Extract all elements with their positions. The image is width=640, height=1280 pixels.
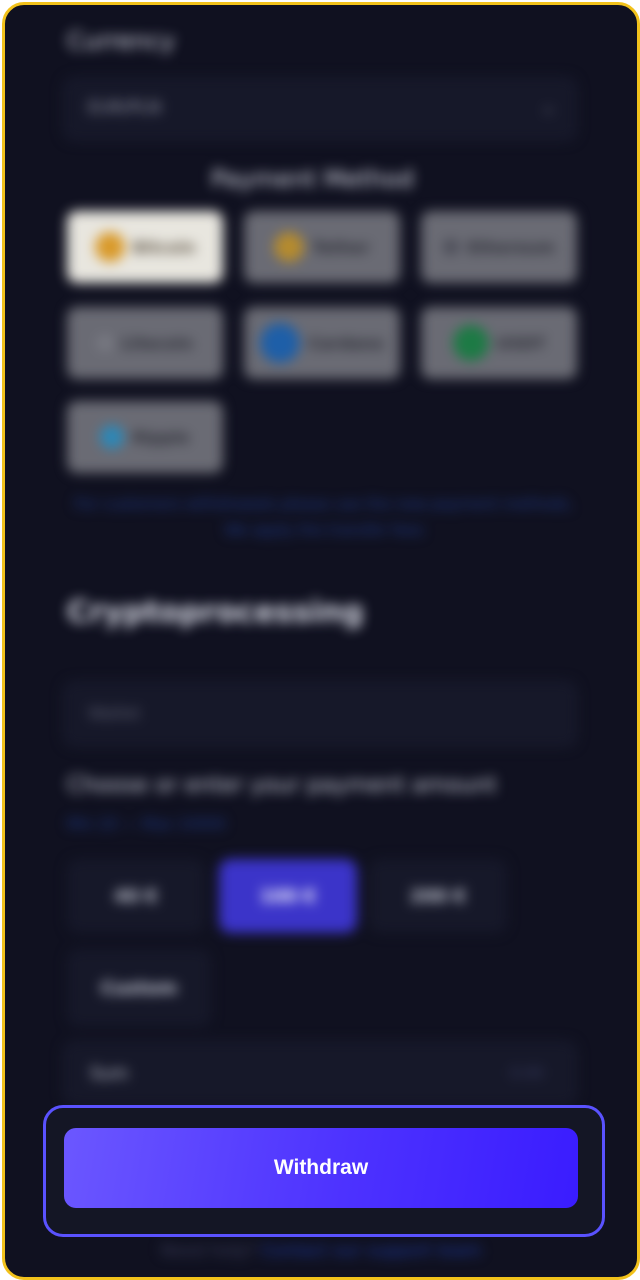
sum-label: Sum (90, 1064, 129, 1084)
wallet-input[interactable]: Wallet (63, 681, 577, 747)
custom-label: Custom (100, 977, 178, 999)
wallet-placeholder: Wallet (88, 704, 141, 724)
method-label: Cardano (308, 333, 384, 353)
method-label: Tether (312, 237, 370, 257)
method-label: USDT (496, 333, 546, 353)
currency-label: Currency (67, 27, 176, 55)
amount-option-label: 100 € (259, 885, 317, 907)
amount-option-label: 200 € (409, 885, 467, 907)
litecoin-icon (97, 335, 114, 351)
footer-help: Need help? Contact our support team (5, 1241, 637, 1261)
payment-method-title: Payment Method (211, 165, 414, 193)
ripple-icon (100, 425, 125, 449)
method-label: Ripple (132, 427, 190, 447)
method-cardano[interactable]: Cardano (244, 307, 400, 379)
method-litecoin[interactable]: Litecoin (67, 307, 223, 379)
method-bitcoin[interactable]: Bitcoin (67, 211, 223, 283)
currency-value: EUR/PLN (88, 98, 162, 118)
amount-option-40[interactable]: 40 € (67, 859, 205, 933)
method-ethereum[interactable]: Ethereum (421, 211, 577, 283)
amount-option-100[interactable]: 100 € (219, 859, 357, 933)
ethereum-icon (443, 239, 460, 255)
cryptoprocessing-title: Cryptoprocessing (67, 595, 364, 630)
withdraw-panel: Withdraw (43, 1105, 605, 1237)
bitcoin-icon (94, 232, 125, 262)
payment-notice: For customers withdrawals please use the… (74, 495, 574, 539)
withdraw-button[interactable]: Withdraw (64, 1128, 578, 1208)
tether-icon (274, 232, 305, 262)
footer-link[interactable]: Contact our support team (262, 1241, 482, 1261)
method-label: Litecoin (121, 333, 193, 353)
custom-amount-button[interactable]: Custom (67, 949, 211, 1027)
footer-text: Need help? (160, 1241, 257, 1261)
amount-option-200[interactable]: 200 € (369, 859, 507, 933)
method-ripple[interactable]: Ripple (67, 401, 223, 473)
cardano-icon (260, 323, 301, 363)
sum-value: 0.00 (510, 1064, 544, 1082)
amount-option-label: 40 € (114, 885, 158, 907)
currency-select[interactable]: EUR/PLN ⌄ (63, 77, 577, 141)
usdt-icon (452, 325, 489, 361)
method-label: Ethereum (467, 237, 555, 257)
method-label: Bitcoin (132, 237, 196, 257)
amount-limits: Min 20 — Max 10000 (67, 815, 226, 833)
blurred-content: Currency EUR/PLN ⌄ Payment Method Bitcoi… (5, 5, 637, 1277)
method-tether[interactable]: Tether (244, 211, 400, 283)
chevron-down-icon: ⌄ (540, 94, 557, 118)
sum-field[interactable]: Sum 0.00 (63, 1041, 577, 1105)
amount-prompt: Choose or enter your payment amount (67, 773, 497, 798)
method-usdt[interactable]: USDT (421, 307, 577, 379)
phone-frame: Currency EUR/PLN ⌄ Payment Method Bitcoi… (2, 2, 640, 1280)
